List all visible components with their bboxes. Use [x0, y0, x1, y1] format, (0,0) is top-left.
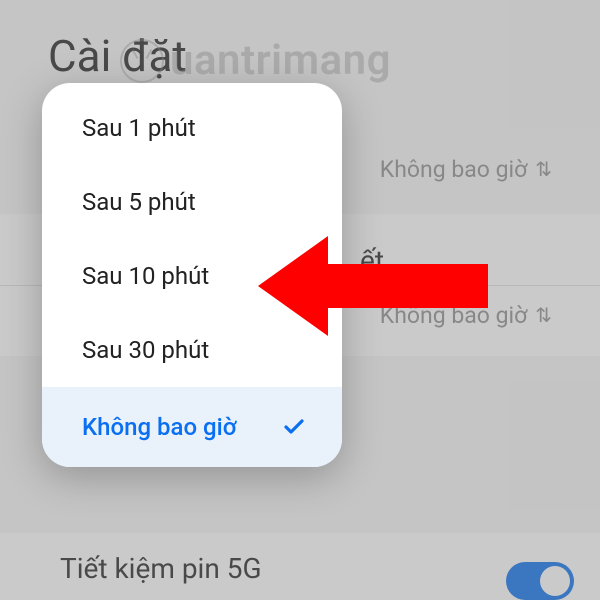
option-1min[interactable]: Sau 1 phút — [42, 91, 342, 165]
option-30min[interactable]: Sau 30 phút — [42, 313, 342, 387]
option-10min[interactable]: Sau 10 phút — [42, 239, 342, 313]
option-never[interactable]: Không bao giờ — [42, 387, 342, 467]
check-icon — [282, 415, 306, 439]
duration-popup: Sau 1 phút Sau 5 phút Sau 10 phút Sau 30… — [42, 83, 342, 467]
option-5min[interactable]: Sau 5 phút — [42, 165, 342, 239]
